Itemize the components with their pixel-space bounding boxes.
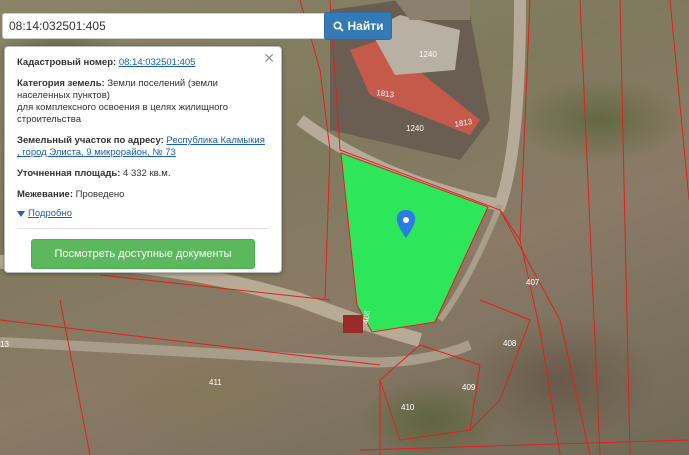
parcel-label: 411: [209, 378, 222, 387]
category-value: строительства: [17, 114, 82, 125]
divider: [17, 228, 269, 229]
category-row: Категория земель: Земли поселений (земли…: [17, 78, 269, 126]
caret-down-icon: [17, 211, 25, 217]
area-value: 4 332 кв.м.: [123, 168, 171, 179]
parcel-label: 407: [526, 278, 540, 287]
view-documents-button[interactable]: Посмотреть доступные документы: [31, 239, 255, 269]
address-row: Земельный участок по адресу: Республика …: [17, 135, 269, 159]
cadastral-row: Кадастровый номер: 08:14:032501:405: [17, 57, 269, 69]
cadastral-link[interactable]: 08:14:032501:405: [119, 57, 196, 68]
selected-parcel[interactable]: [340, 152, 489, 333]
cadastral-label: Кадастровый номер:: [17, 57, 117, 68]
parcel-label: 409: [462, 383, 476, 392]
category-value: Земли поселений (земли: [107, 78, 218, 89]
close-icon[interactable]: ✕: [263, 51, 275, 65]
more-toggle[interactable]: Подробно: [17, 208, 269, 220]
search-button-label: Найти: [347, 19, 384, 33]
more-link[interactable]: Подробно: [28, 208, 72, 220]
parcel-label: 1240: [406, 124, 424, 133]
parcel-info-popup: ✕ Кадастровый номер: 08:14:032501:405 Ка…: [4, 46, 282, 273]
category-value: для комплексного освоения в целях жилищн…: [17, 102, 228, 113]
search-input[interactable]: [2, 13, 327, 39]
category-value: населенных пунктов): [17, 90, 110, 101]
search-button[interactable]: Найти: [324, 12, 392, 40]
area-label: Уточненная площадь:: [17, 168, 121, 179]
small-building: [343, 315, 363, 333]
address-label: Земельный участок по адресу:: [17, 135, 164, 146]
address-link[interactable]: Республика Калмыкия: [166, 135, 264, 146]
parcel-label: 410: [401, 403, 415, 412]
parcel-label: 408: [503, 339, 517, 348]
search-icon: [332, 20, 344, 32]
category-label: Категория земель:: [17, 78, 105, 89]
parcel-label: 1240: [419, 50, 437, 59]
survey-value: Проведено: [75, 189, 125, 200]
area-row: Уточненная площадь: 4 332 кв.м.: [17, 168, 269, 180]
survey-label: Межевание:: [17, 189, 73, 200]
survey-row: Межевание: Проведено: [17, 189, 269, 201]
address-link[interactable]: , город Элиста, 9 микрорайон, № 73: [17, 147, 176, 158]
parcel-label: 13: [0, 340, 9, 349]
